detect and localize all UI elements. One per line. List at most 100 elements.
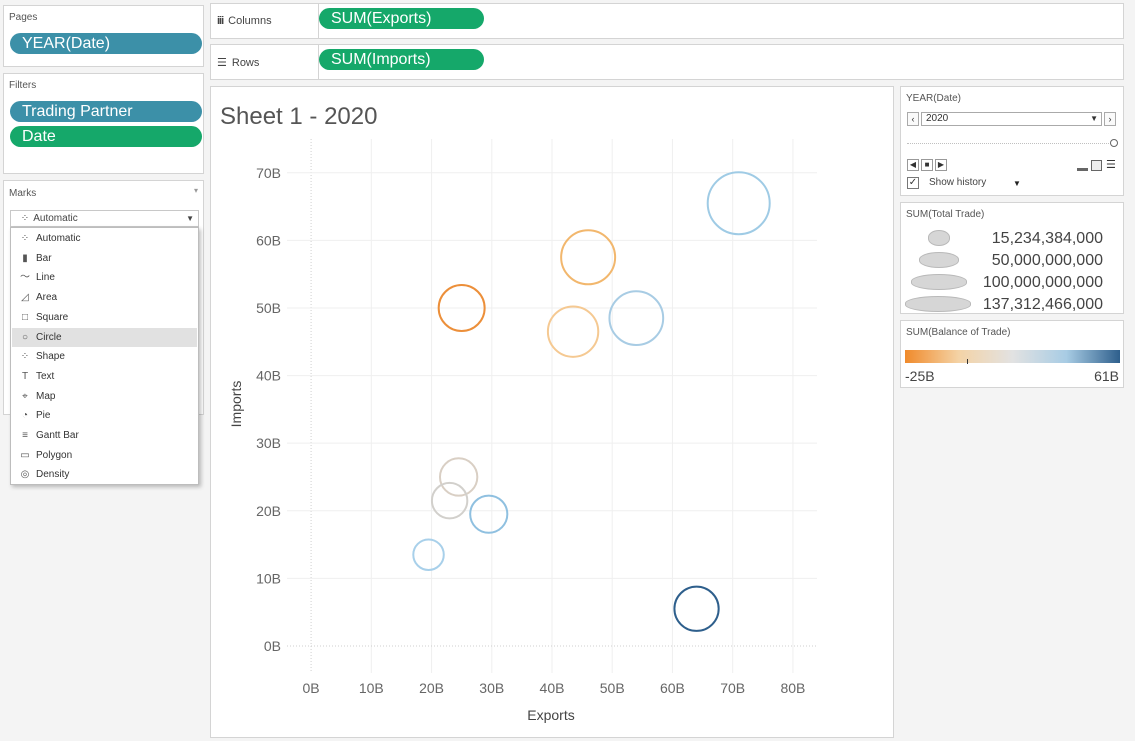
polygon-icon: ▭ [20, 449, 30, 461]
filter-pill-trading-partner[interactable]: Trading Partner [10, 101, 202, 122]
x-tick-label: 30B [479, 680, 504, 696]
mark-type-option[interactable]: ▭ Polygon [12, 446, 197, 466]
color-legend-ramp [905, 350, 1120, 363]
mark-type-option[interactable]: ○ Circle [12, 327, 197, 348]
x-tick-label: 60B [660, 680, 685, 696]
chevron-down-icon: ▼ [1090, 114, 1098, 123]
data-point [438, 457, 479, 497]
rows-shelf-label: ☰ Rows [217, 56, 259, 70]
square-icon: □ [21, 311, 29, 323]
x-tick-label: 10B [359, 680, 384, 696]
mark-type-option[interactable]: ⁘ Automatic [12, 229, 197, 249]
mark-type-option[interactable]: T Text [12, 367, 197, 387]
speed-medium-button[interactable] [1091, 160, 1102, 171]
mark-type-option-label: Area [36, 292, 58, 304]
mark-type-option-label: Polygon [36, 449, 73, 461]
scatter-chart: Sheet 1 - 2020 Exports Imports 0B 10B 20B 3… [220, 103, 817, 723]
rows-pill-sum-imports[interactable]: SUM(Imports) [319, 49, 484, 70]
mark-type-select[interactable]: ⁘ Automatic ▼ [10, 210, 199, 227]
filters-card: Filters Trading Partner Date [3, 73, 204, 174]
shape-icon: ⁘ [20, 351, 30, 363]
size-legend-swatch [919, 252, 959, 268]
data-point [608, 290, 665, 346]
y-axis-label: Imports [228, 381, 244, 428]
automatic-icon: ⁘ [20, 233, 30, 244]
filter-pill-date[interactable]: Date [10, 126, 202, 147]
y-tick-label: 10B [256, 570, 281, 586]
mark-type-option[interactable]: □ Square [12, 308, 197, 328]
x-tick-label: 70B [720, 680, 745, 696]
data-point [560, 229, 617, 286]
data-point [706, 171, 771, 236]
mark-type-option[interactable]: ◔ Pie [12, 406, 197, 426]
color-legend-max: 61B [1094, 368, 1119, 384]
page-control-title: YEAR(Date) [906, 93, 962, 104]
mark-type-option-label: Text [36, 370, 55, 382]
y-tick-label: 30B [256, 435, 281, 451]
size-legend-row: 15,234,384,000 [901, 228, 1123, 250]
columns-label-text: Columns [228, 15, 272, 27]
size-legend-swatch [928, 230, 950, 246]
chart-title: Sheet 1 - 2020 [220, 103, 377, 130]
mark-type-option-label: Map [36, 390, 56, 402]
bar-icon: ▮ [22, 252, 28, 264]
mark-type-option[interactable]: 〜 Line [12, 268, 197, 288]
play-forward-button[interactable]: ▶ [935, 159, 947, 171]
y-tick-label: 60B [256, 232, 281, 248]
show-history-label: Show history [929, 177, 987, 188]
size-legend-value: 50,000,000,000 [991, 252, 1103, 269]
show-history-checkbox[interactable]: ✓ [907, 177, 919, 189]
y-tick-label: 40B [256, 368, 281, 384]
play-backward-button[interactable]: ◀ [907, 159, 919, 171]
page-value-select[interactable]: 2020 ▼ [921, 112, 1102, 126]
size-legend-row: 50,000,000,000 [901, 250, 1123, 272]
pages-pill-year-date[interactable]: YEAR(Date) [10, 33, 202, 54]
show-history-dropdown-icon[interactable]: ▼ [1013, 179, 1021, 188]
size-legend-row: 100,000,000,000 [901, 272, 1123, 294]
size-legend-value: 15,234,384,000 [991, 230, 1103, 247]
density-icon: ◎ [20, 469, 30, 481]
filters-title: Filters [9, 80, 37, 91]
text-icon: T [21, 370, 29, 382]
next-page-button[interactable]: › [1104, 112, 1116, 126]
page-slider-thumb[interactable] [1110, 139, 1118, 147]
columns-pill-sum-exports[interactable]: SUM(Exports) [319, 8, 484, 29]
map-icon: ⌖ [22, 390, 28, 402]
color-legend-min: -25B [905, 368, 935, 384]
size-legend-swatch [911, 274, 967, 290]
page-control-card: YEAR(Date) ‹ 2020 ▼ › ◀ ■ ▶ ☰ ✓ Show his… [900, 86, 1124, 196]
mark-type-option[interactable]: ◎ Density [12, 465, 197, 485]
mark-type-option-label: Square [36, 311, 69, 323]
y-tick-label: 20B [256, 503, 281, 519]
prev-page-button[interactable]: ‹ [907, 112, 919, 126]
mark-type-select-value: Automatic [33, 213, 78, 224]
color-legend-card: SUM(Balance of Trade) -25B 61B [900, 320, 1124, 388]
data-point [430, 481, 469, 520]
marks-card-menu-icon[interactable]: ▾ [194, 186, 198, 195]
speed-slow-button[interactable] [1077, 160, 1088, 171]
pie-icon: ◔ [21, 410, 29, 422]
mark-type-option[interactable]: ◿ Area [12, 288, 197, 308]
mark-type-option[interactable]: ⁘ Shape [12, 347, 197, 367]
x-tick-label: 40B [540, 680, 565, 696]
mark-type-option-label: Density [36, 469, 70, 481]
color-legend-marker [967, 359, 968, 364]
x-tick-label: 0B [303, 680, 320, 696]
gantt-bar-icon: ≡ [22, 430, 28, 441]
size-legend-title: SUM(Total Trade) [906, 209, 985, 220]
speed-fast-button[interactable]: ☰ [1106, 160, 1117, 171]
mark-type-option[interactable]: ⌖ Map [12, 387, 197, 407]
mark-type-option[interactable]: ≡ Gantt Bar [12, 426, 197, 446]
mark-type-option-label: Circle [36, 331, 62, 343]
size-legend-value: 137,312,466,000 [982, 296, 1103, 313]
x-tick-label: 80B [780, 680, 805, 696]
mark-type-option[interactable]: ▮ Bar [12, 249, 197, 269]
stop-button[interactable]: ■ [921, 159, 933, 171]
mark-type-dropdown: ⁘ Automatic ▮ Bar 〜 Line ◿ Area □ Square ○ Circle ⁘ S… [10, 227, 199, 485]
data-point [412, 538, 445, 571]
color-legend-title: SUM(Balance of Trade) [906, 327, 1011, 338]
mark-type-option-label: Line [36, 272, 55, 284]
page-slider-track[interactable] [907, 143, 1111, 145]
x-axis-label: Exports [527, 707, 574, 723]
columns-icon: iii [217, 15, 224, 27]
